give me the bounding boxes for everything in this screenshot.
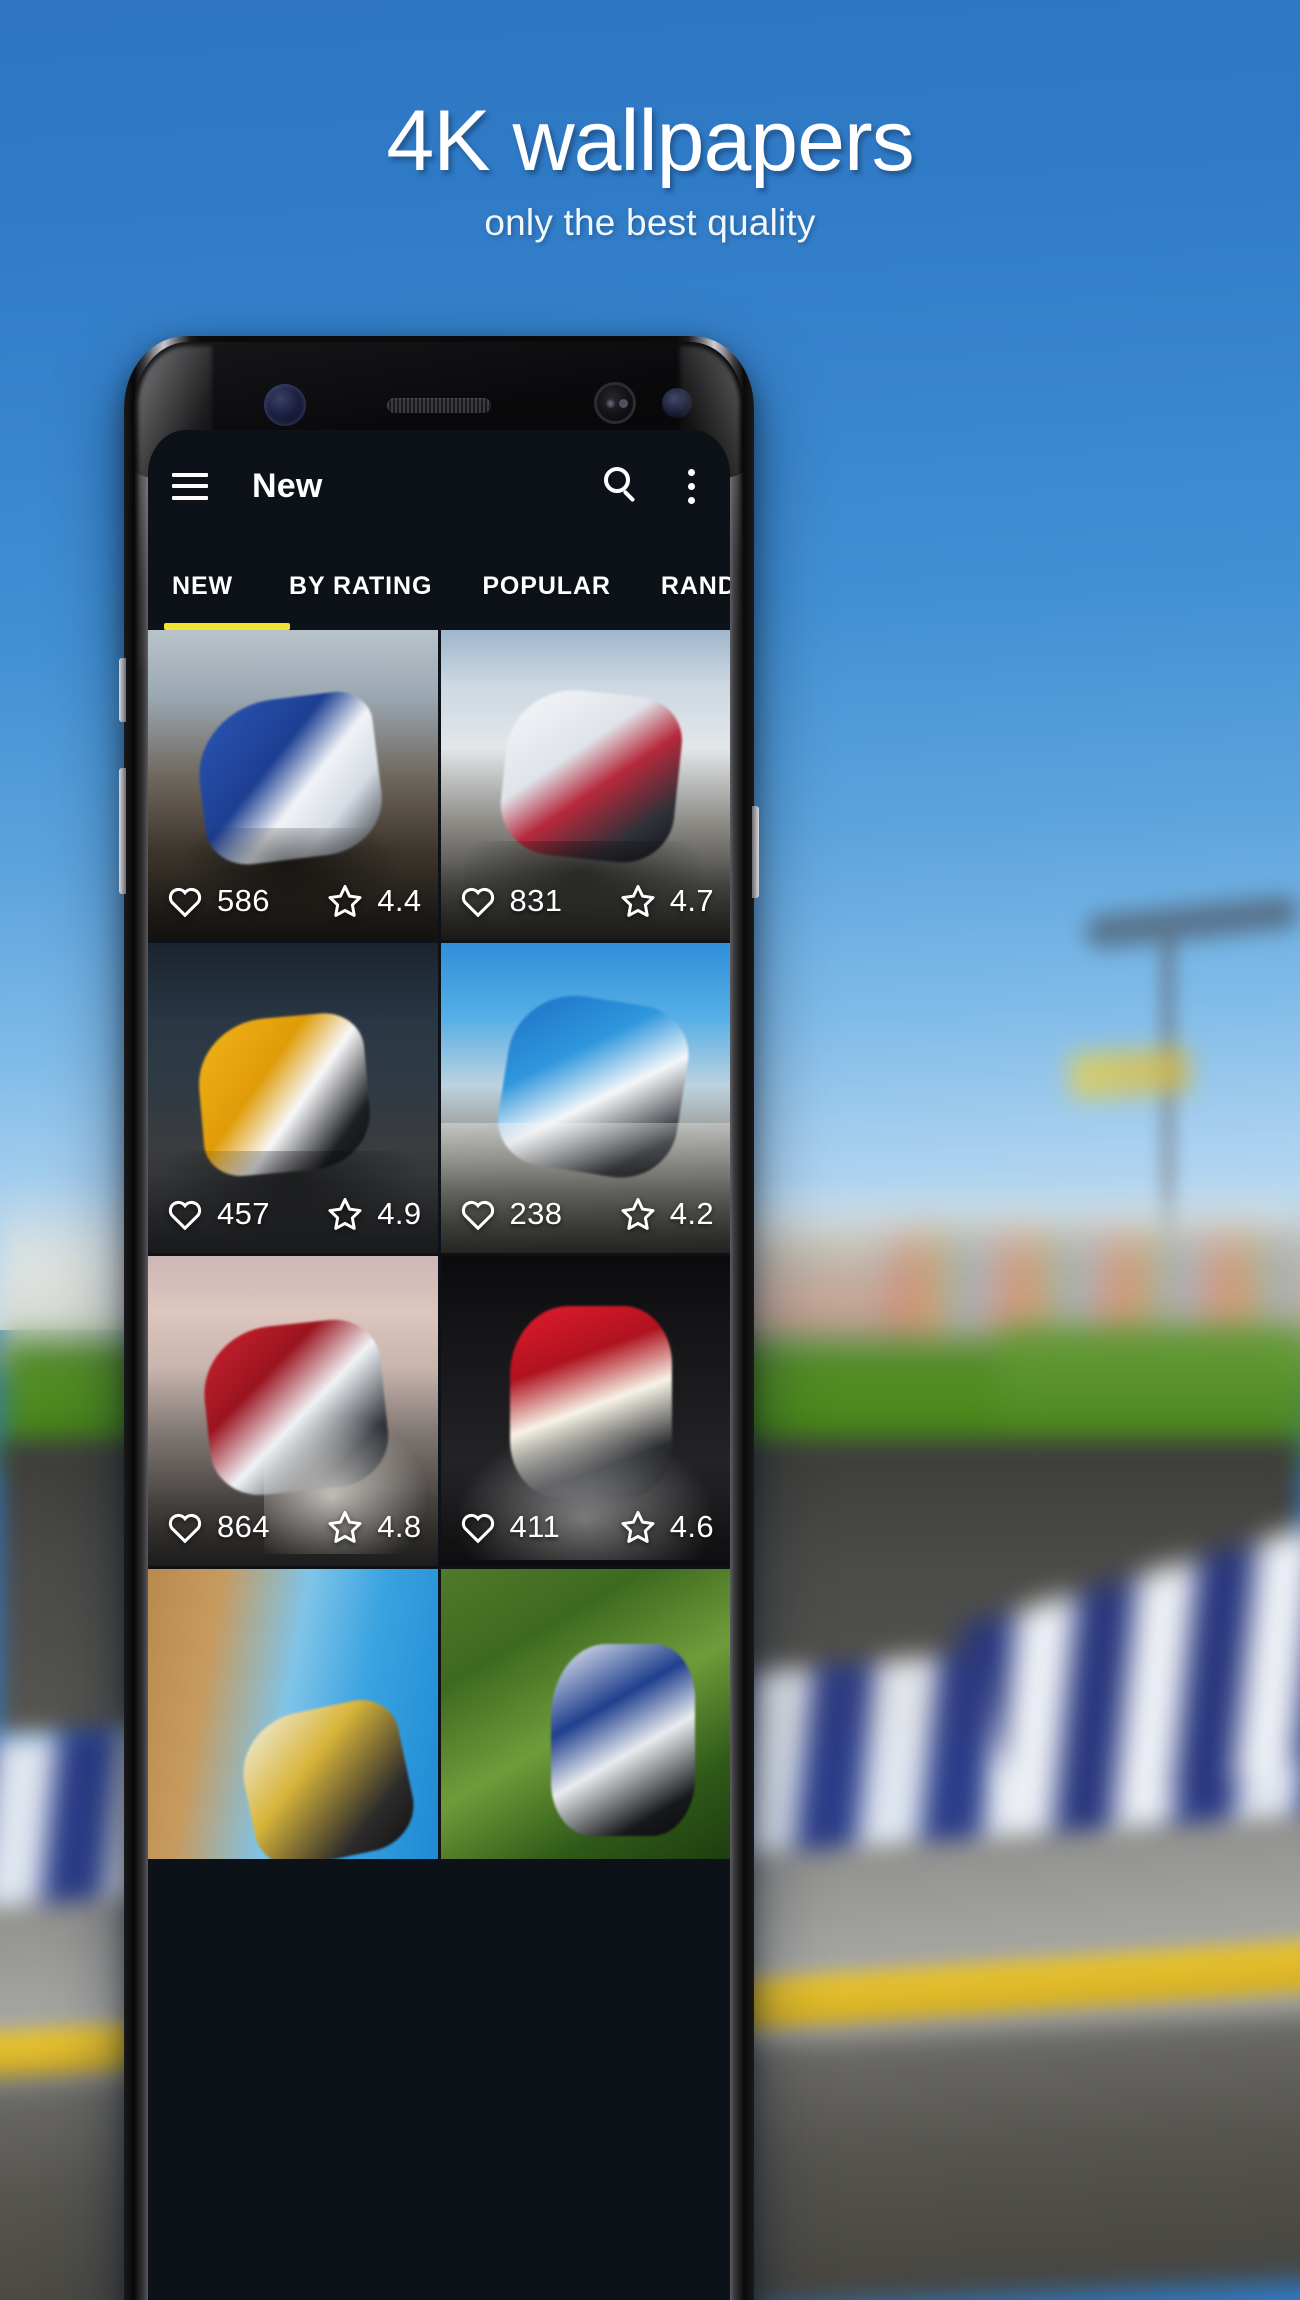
wallpaper-stats: 411 4.6 bbox=[440, 1488, 730, 1566]
wallpaper-stats: 586 4.4 bbox=[148, 862, 438, 940]
page-title: 4K wallpapers bbox=[386, 93, 914, 189]
rating-value: 4.7 bbox=[669, 883, 714, 918]
heart-icon bbox=[168, 1513, 202, 1544]
wallpaper-grid: 586 4.4 831 4.7 457 4.9 238 4.2 864 4.8 … bbox=[148, 630, 730, 1859]
wallpaper-thumbnail bbox=[148, 1569, 438, 1859]
wallpaper-card[interactable]: 864 4.8 bbox=[148, 1256, 438, 1566]
heart-icon bbox=[461, 1513, 494, 1544]
rating-value: 4.8 bbox=[377, 1509, 422, 1544]
like-stat: 238 bbox=[459, 1196, 563, 1232]
heart-icon bbox=[461, 1200, 494, 1231]
like-stat: 864 bbox=[166, 1509, 270, 1545]
page-subtitle: only the best quality bbox=[484, 202, 816, 243]
tab-bar: NEW BY RATING POPULAR RANDOM bbox=[148, 542, 730, 630]
star-icon bbox=[621, 1510, 655, 1543]
rating-stat: 4.2 bbox=[619, 1196, 714, 1232]
like-stat: 411 bbox=[459, 1509, 561, 1545]
tab-new[interactable]: NEW bbox=[172, 572, 233, 601]
front-camera-icon bbox=[594, 382, 636, 424]
heart-icon bbox=[168, 1200, 202, 1231]
rating-stat: 4.7 bbox=[619, 883, 714, 919]
power-button[interactable] bbox=[752, 806, 759, 898]
heart-icon bbox=[461, 887, 494, 918]
wallpaper-card[interactable]: 457 4.9 bbox=[148, 943, 438, 1253]
app-bar: New bbox=[148, 430, 730, 542]
star-icon bbox=[621, 884, 655, 917]
earpiece-speaker bbox=[387, 398, 491, 413]
rating-stat: 4.8 bbox=[326, 1509, 421, 1545]
wallpaper-stats: 238 4.2 bbox=[440, 1175, 730, 1253]
wallpaper-card[interactable]: 411 4.6 bbox=[440, 1256, 730, 1566]
rating-stat: 4.4 bbox=[326, 883, 421, 919]
rating-stat: 4.6 bbox=[619, 1509, 714, 1545]
wallpaper-card[interactable]: 238 4.2 bbox=[440, 943, 730, 1253]
star-icon bbox=[328, 884, 362, 917]
iris-scanner-icon bbox=[264, 384, 306, 426]
like-count: 586 bbox=[217, 883, 270, 918]
app-bar-title: New bbox=[252, 466, 323, 505]
phone-mockup: New NEW BY RATING POPULAR RANDOM bbox=[119, 336, 759, 2300]
tab-by-rating[interactable]: BY RATING bbox=[289, 572, 432, 601]
like-count: 864 bbox=[217, 1509, 270, 1544]
rating-value: 4.6 bbox=[669, 1509, 714, 1544]
rating-stat: 4.9 bbox=[326, 1196, 421, 1232]
like-count: 457 bbox=[217, 1196, 270, 1231]
wallpaper-stats: 457 4.9 bbox=[148, 1175, 438, 1253]
star-icon bbox=[621, 1197, 655, 1230]
like-count: 238 bbox=[509, 1196, 563, 1231]
active-tab-indicator bbox=[164, 623, 290, 630]
rating-value: 4.4 bbox=[377, 883, 422, 918]
wallpaper-stats: 864 4.8 bbox=[148, 1488, 438, 1566]
wallpaper-card[interactable] bbox=[440, 1569, 730, 1859]
promo-screenshot: 4K wallpapers only the best quality New bbox=[0, 0, 1300, 2300]
like-stat: 457 bbox=[166, 1196, 270, 1232]
like-count: 831 bbox=[509, 883, 563, 918]
bixby-button[interactable] bbox=[119, 658, 126, 722]
volume-button[interactable] bbox=[119, 768, 126, 894]
like-stat: 586 bbox=[166, 883, 270, 919]
phone-screen: New NEW BY RATING POPULAR RANDOM bbox=[148, 430, 730, 2300]
wallpaper-stats: 831 4.7 bbox=[440, 862, 730, 940]
star-icon bbox=[328, 1510, 362, 1543]
like-count: 411 bbox=[509, 1509, 561, 1544]
trackside-banner bbox=[1068, 1045, 1192, 1101]
tab-popular[interactable]: POPULAR bbox=[482, 572, 611, 601]
hamburger-menu-icon[interactable] bbox=[172, 472, 208, 500]
star-icon bbox=[328, 1197, 362, 1230]
rating-value: 4.2 bbox=[669, 1196, 714, 1231]
wallpaper-card[interactable]: 831 4.7 bbox=[440, 630, 730, 940]
grass-strip-right bbox=[1000, 1330, 1300, 1440]
rating-value: 4.9 bbox=[377, 1196, 422, 1231]
tab-random[interactable]: RANDOM bbox=[661, 572, 730, 601]
wallpaper-thumbnail bbox=[440, 1569, 730, 1859]
overflow-menu-icon[interactable] bbox=[674, 465, 708, 507]
heart-icon bbox=[168, 887, 202, 918]
like-stat: 831 bbox=[459, 883, 563, 919]
search-icon[interactable] bbox=[602, 465, 644, 507]
wallpaper-card[interactable] bbox=[148, 1569, 438, 1859]
wallpaper-card[interactable]: 586 4.4 bbox=[148, 630, 438, 940]
